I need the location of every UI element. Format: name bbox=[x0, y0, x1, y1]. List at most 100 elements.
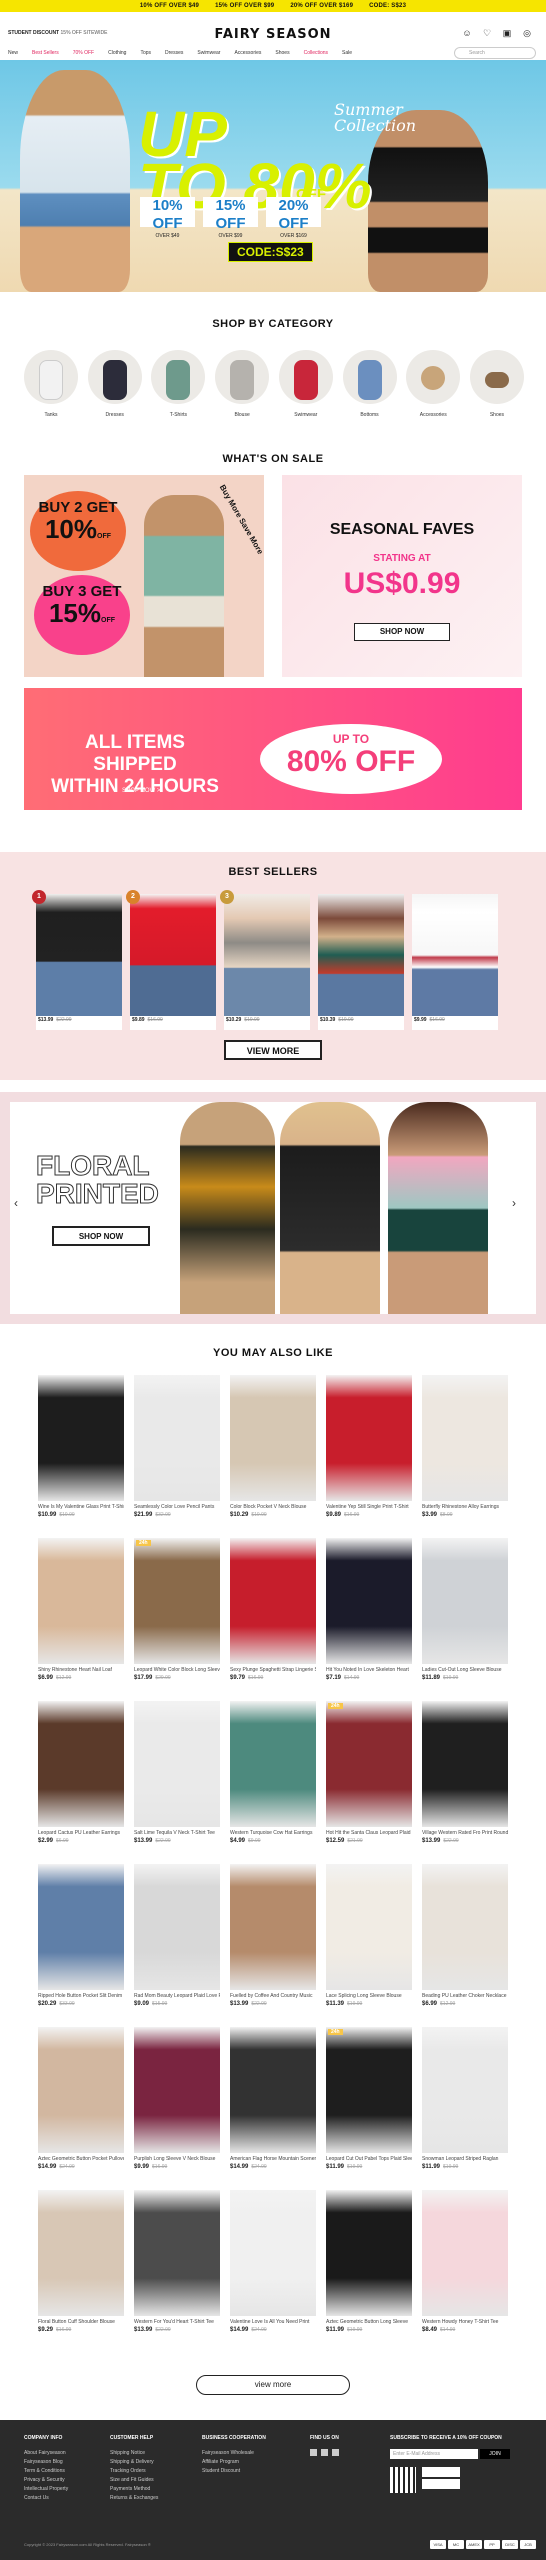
product-title[interactable]: Wine Is My Valentine Glass Print T-Shirt bbox=[38, 1501, 124, 1512]
buy-more-banner[interactable]: BUY 2 GET 10%OFF BUY 3 GET 15%OFF Buy More… bbox=[24, 475, 264, 677]
product-card[interactable]: Salt Lime Tequila V Neck T-Shirt Tee $13.… bbox=[134, 1701, 220, 1864]
product-title[interactable]: American Flag Horse Mountain Scenery bbox=[230, 2153, 316, 2164]
product-title[interactable]: Snowman Leopard Striped Raglan bbox=[422, 2153, 508, 2164]
product-card[interactable]: Ladies Cut-Out Long Sleeve Blouse $11.89 $… bbox=[422, 1538, 508, 1701]
footer-link[interactable]: Tracking Orders bbox=[110, 2467, 158, 2476]
footer-link[interactable]: Student Discount bbox=[202, 2467, 266, 2476]
category-tanks[interactable]: Tanks bbox=[24, 350, 78, 418]
product-image[interactable] bbox=[326, 1538, 412, 1664]
product-image[interactable] bbox=[38, 2190, 124, 2316]
product-title[interactable]: Aztec Geometric Button Pocket Pullover bbox=[38, 2153, 124, 2164]
product-title[interactable]: Sexy Plunge Spaghetti Strap Lingerie Set bbox=[230, 1664, 316, 1675]
load-more-button[interactable]: view more bbox=[196, 2375, 350, 2395]
product-image[interactable] bbox=[134, 1864, 220, 1990]
footer-link[interactable]: About Fairyseason bbox=[24, 2449, 68, 2458]
product-card[interactable]: 24h Leopard Cut Out Pabel Tops Plaid Slee… bbox=[326, 2027, 412, 2190]
product-card[interactable]: Shiny Rhinestone Heart Nail Loaf $6.99 $12… bbox=[38, 1538, 124, 1701]
product-title[interactable]: Hot Hit the Santa Claus Leopard Plaid bbox=[326, 1827, 412, 1838]
product-card[interactable]: Valentine Yep Still Single Print T-Shirt… bbox=[326, 1375, 412, 1538]
footer-link[interactable]: Payments Method bbox=[110, 2485, 158, 2494]
product-title[interactable]: Color Block Pocket V Neck Blouse bbox=[230, 1501, 316, 1512]
category-dresses[interactable]: Dresses bbox=[87, 350, 142, 418]
shipping-banner[interactable]: ALL ITEMS SHIPPED WITHIN 24 HOURS SHOP NO… bbox=[24, 688, 522, 810]
best-sellers-view-more[interactable]: VIEW MORE bbox=[224, 1040, 322, 1060]
nav-dresses[interactable]: Dresses bbox=[165, 50, 183, 56]
product-title[interactable]: Rad Mom Beauty Leopard Plaid Love Print bbox=[134, 1990, 220, 2001]
footer-link[interactable]: Intellectual Property bbox=[24, 2485, 68, 2494]
app-store-badge[interactable] bbox=[422, 2479, 460, 2489]
product-image[interactable] bbox=[422, 1701, 508, 1827]
product-title[interactable]: Western Turquoise Cow Hat Earrings bbox=[230, 1827, 316, 1838]
floral-shop-button[interactable]: SHOP NOW bbox=[52, 1226, 150, 1246]
footer-link[interactable]: Term & Conditions bbox=[24, 2467, 68, 2476]
heart-icon[interactable]: ♡ bbox=[482, 28, 492, 38]
product-image[interactable] bbox=[230, 2190, 316, 2316]
google-play-badge[interactable] bbox=[422, 2467, 460, 2477]
footer-link[interactable]: Contact Us bbox=[24, 2494, 68, 2503]
product-card[interactable]: Seamlessly Color Love Pencil Pants $21.99… bbox=[134, 1375, 220, 1538]
product-title[interactable]: Hit You Noted In Love Skeleton Heart bbox=[326, 1664, 412, 1675]
product-image[interactable] bbox=[230, 1701, 316, 1827]
nav-new[interactable]: New bbox=[8, 50, 18, 56]
footer-link[interactable]: Fairyseason Wholesale bbox=[202, 2449, 266, 2458]
pinterest-icon[interactable] bbox=[332, 2449, 339, 2456]
product-image[interactable] bbox=[134, 1375, 220, 1501]
product-image[interactable] bbox=[326, 1375, 412, 1501]
user-icon[interactable]: ☺ bbox=[462, 28, 472, 38]
product-image[interactable] bbox=[38, 1375, 124, 1501]
product-image[interactable] bbox=[230, 1538, 316, 1664]
footer-link[interactable]: Shipping & Delivery bbox=[110, 2458, 158, 2467]
product-title[interactable]: Ripped Hole Button Pocket Slit Denim bbox=[38, 1990, 124, 2001]
product-card[interactable]: Valentine Love Is All You Need Print $14.… bbox=[230, 2190, 316, 2353]
category-swimwear[interactable]: Swimwear bbox=[278, 350, 333, 418]
product-card[interactable]: 24h Hot Hit the Santa Claus Leopard Plaid… bbox=[326, 1701, 412, 1864]
hero-banner[interactable]: Summer Collection UP TO 80% OFF 10% OFF OVE… bbox=[0, 60, 546, 292]
product-title[interactable]: Western Howdy Honey T-Shirt Tee bbox=[422, 2316, 508, 2327]
footer-link[interactable]: Shipping Notice bbox=[110, 2449, 158, 2458]
product-card[interactable]: Aztec Geometric Button Pocket Pullover $1… bbox=[38, 2027, 124, 2190]
best-seller-card[interactable]: 1 $13.99 $22.99 bbox=[32, 890, 122, 1030]
product-title[interactable]: Western For You'd Heart T-Shirt Tee bbox=[134, 2316, 220, 2327]
footer-link[interactable]: Fairyseason Blog bbox=[24, 2458, 68, 2467]
product-image[interactable] bbox=[422, 1538, 508, 1664]
product-image[interactable] bbox=[422, 2190, 508, 2316]
product-image[interactable] bbox=[134, 2027, 220, 2153]
nav-70-off[interactable]: 70% OFF bbox=[73, 50, 94, 56]
product-title[interactable]: Butterfly Rhinestone Alloy Earrings bbox=[422, 1501, 508, 1512]
product-card[interactable]: Snowman Leopard Striped Raglan $11.99 $19.… bbox=[422, 2027, 508, 2190]
floral-banner[interactable]: FLORAL PRINTED SHOP NOW ‹ › bbox=[0, 1092, 546, 1324]
product-card[interactable]: Floral Button Cuff Shoulder Blouse $9.29 $… bbox=[38, 2190, 124, 2353]
product-title[interactable]: Lace Splicing Long Sleeve Blouse bbox=[326, 1990, 412, 2001]
newsletter-join-button[interactable]: JOIN bbox=[480, 2449, 510, 2459]
globe-icon[interactable]: ◎ bbox=[522, 28, 532, 38]
product-title[interactable]: Seamlessly Color Love Pencil Pants bbox=[134, 1501, 220, 1512]
product-card[interactable]: American Flag Horse Mountain Scenery $14.… bbox=[230, 2027, 316, 2190]
chevron-left-icon[interactable]: ‹ bbox=[14, 1196, 18, 1210]
product-card[interactable]: Wine Is My Valentine Glass Print T-Shirt… bbox=[38, 1375, 124, 1538]
product-title[interactable]: Shiny Rhinestone Heart Nail Loaf bbox=[38, 1664, 124, 1675]
nav-swimwear[interactable]: Swimwear bbox=[197, 50, 220, 56]
product-image[interactable] bbox=[422, 1864, 508, 1990]
product-card[interactable]: Beading PU Leather Choker Necklace $6.99 $… bbox=[422, 1864, 508, 2027]
product-image[interactable]: 24h bbox=[326, 2027, 412, 2153]
product-image[interactable] bbox=[326, 1864, 412, 1990]
nav-shoes[interactable]: Shoes bbox=[275, 50, 289, 56]
product-image[interactable] bbox=[38, 1701, 124, 1827]
product-image[interactable] bbox=[38, 1538, 124, 1664]
newsletter-email-input[interactable]: Enter E-Mail Address bbox=[390, 2449, 478, 2459]
footer-link[interactable]: Affiliate Program bbox=[202, 2458, 266, 2467]
product-card[interactable]: Sexy Plunge Spaghetti Strap Lingerie Set… bbox=[230, 1538, 316, 1701]
product-title[interactable]: Aztec Geometric Button Long Sleeve bbox=[326, 2316, 412, 2327]
product-card[interactable]: Village Western Rated Fro Print Round $13… bbox=[422, 1701, 508, 1864]
product-image[interactable] bbox=[422, 1375, 508, 1501]
product-card[interactable]: Rad Mom Beauty Leopard Plaid Love Print $… bbox=[134, 1864, 220, 2027]
product-card[interactable]: Ripped Hole Button Pocket Slit Denim $20.… bbox=[38, 1864, 124, 2027]
product-card[interactable]: Purplish Long Sleeve V Neck Blouse $9.99 $… bbox=[134, 2027, 220, 2190]
product-title[interactable]: Leopard White Color Block Long Sleeve bbox=[134, 1664, 220, 1675]
best-seller-card[interactable]: 3 $10.29 $19.99 bbox=[220, 890, 310, 1030]
search-input[interactable]: Search bbox=[454, 47, 536, 59]
best-seller-card[interactable]: 2 $9.89 $16.99 bbox=[126, 890, 216, 1030]
product-image[interactable] bbox=[38, 2027, 124, 2153]
category-accessories[interactable]: Accessories bbox=[406, 350, 461, 418]
nav-sale[interactable]: Sale bbox=[342, 50, 352, 56]
